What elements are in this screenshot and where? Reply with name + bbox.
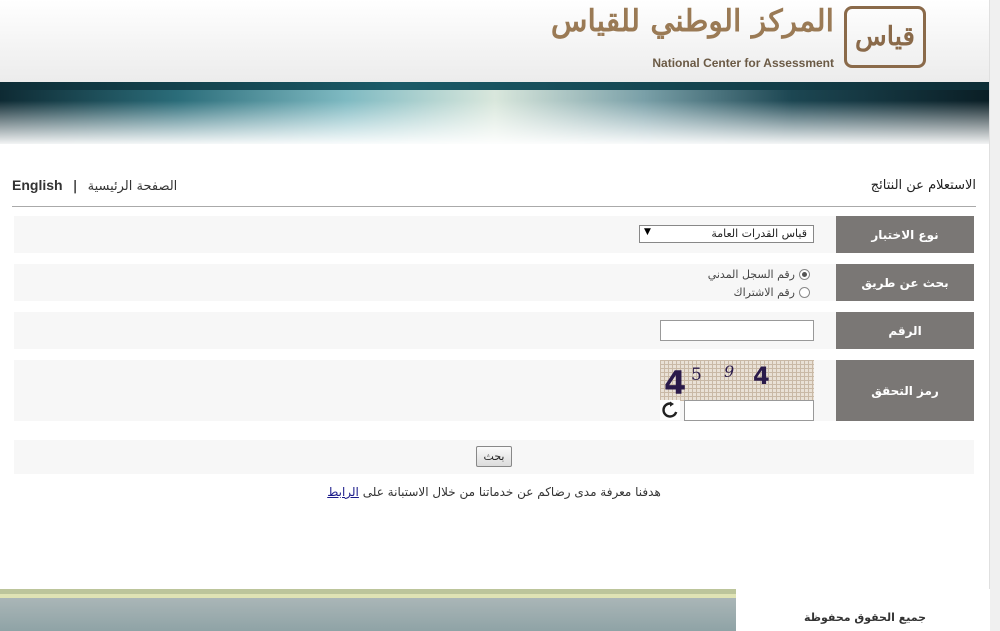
captcha-digit: 4 [753,362,770,390]
test-type-row: نوع الاختبار قياس القدرات العامة ▼ [14,216,974,253]
captcha-label: رمز التحقق [836,360,974,421]
radio-subscription-label: رقم الاشتراك [733,286,795,299]
refresh-icon-svg [662,401,678,418]
banner-stripe [0,82,990,90]
number-input[interactable] [660,320,814,341]
radio-civil-id-button[interactable] [799,269,810,280]
top-links: English | الصفحة الرئيسية [12,177,177,194]
captcha-input[interactable] [684,400,814,421]
link-separator: | [72,179,78,194]
captcha-image: 4 5 9 4 [660,360,814,401]
nca-logo[interactable]: قياس المركز الوطني للقياس National Cente… [551,4,926,72]
logo-arabic-name: المركز الوطني للقياس [550,4,834,39]
site-header: قياس المركز الوطني للقياس National Cente… [0,0,990,82]
search-by-row: بحث عن طريق رقم السجل المدني رقم الاشترا… [14,264,974,301]
search-by-label: بحث عن طريق [836,264,974,301]
survey-note: هدفنا معرفة مدى رضاكم عن خدماتنا من خلال… [0,485,988,499]
captcha-row: رمز التحقق 4 5 9 4 [14,360,974,421]
captcha-digit: 5 [691,365,702,385]
page-title: الاستعلام عن النتائج [870,178,976,193]
footer-panel [736,589,990,631]
test-type-select[interactable]: قياس القدرات العامة ▼ [639,225,814,243]
search-button[interactable]: بحث [476,446,512,467]
triangle-down-icon: ▼ [644,227,651,237]
radio-civil-id-label: رقم السجل المدني [707,268,795,281]
test-type-label: نوع الاختبار [836,216,974,253]
radio-subscription-button[interactable] [799,287,810,298]
survey-text: هدفنا معرفة مدى رضاكم عن خدماتنا من خلال… [358,485,661,499]
survey-link[interactable]: الرابط [327,485,359,499]
captcha-digit: 9 [724,362,735,381]
captcha-digit: 4 [664,364,687,401]
scrollbar[interactable] [989,0,1000,631]
logo-english-name: National Center for Assessment [652,56,834,70]
radio-civil-id[interactable]: رقم السجل المدني [708,268,810,281]
number-row: الرقم [14,312,974,349]
title-row: الاستعلام عن النتائج English | الصفحة ال… [12,170,976,207]
radio-subscription[interactable]: رقم الاشتراك [734,286,810,299]
logo-mark: قياس [844,6,926,68]
english-link[interactable]: English [12,177,63,193]
submit-row: بحث [14,440,974,474]
number-label: الرقم [836,312,974,349]
test-type-selected: قياس القدرات العامة [711,227,807,240]
header-banner [0,82,990,144]
copyright-text: جميع الحقوق محفوظة [804,611,927,624]
refresh-icon[interactable] [660,400,680,420]
home-link[interactable]: الصفحة الرئيسية [88,179,178,194]
